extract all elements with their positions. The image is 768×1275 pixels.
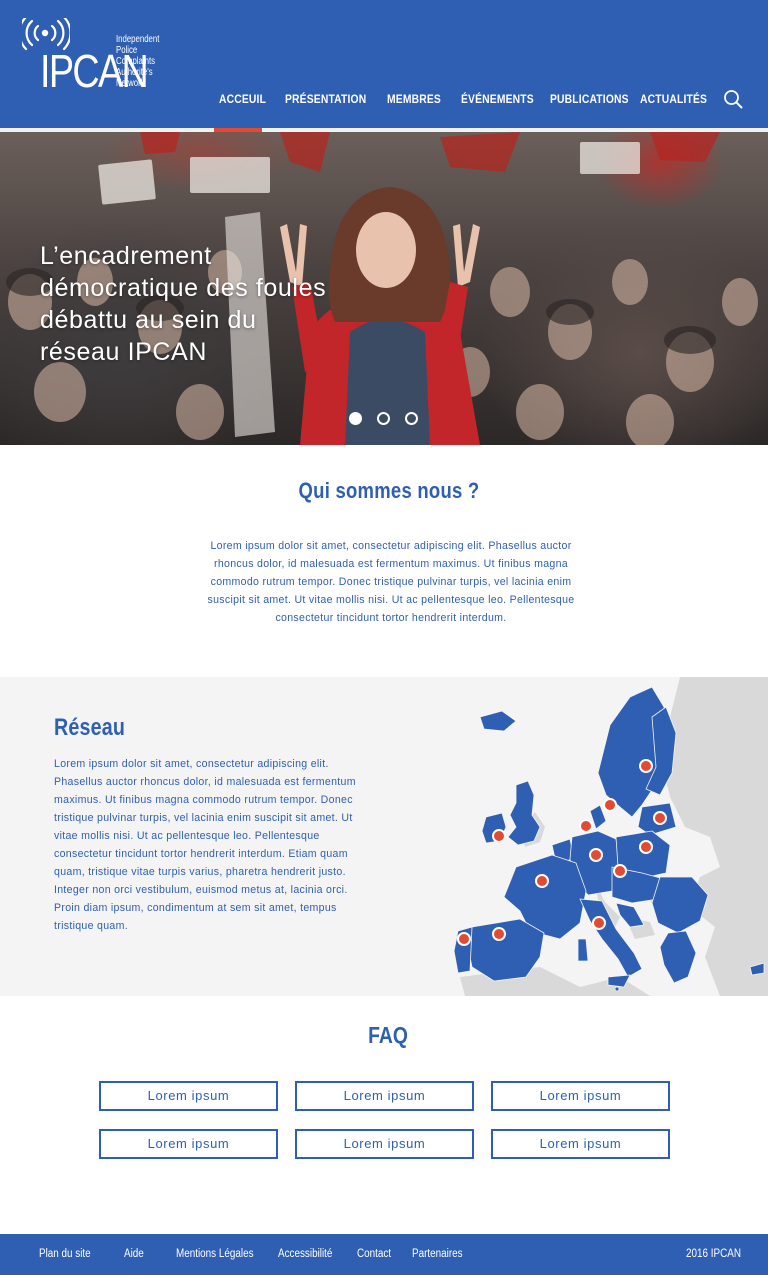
- site-header: IPCAN Independent Police Complaints Auth…: [0, 0, 768, 128]
- faq-button-1[interactable]: Lorem ipsum: [99, 1081, 278, 1111]
- faq-button-4[interactable]: Lorem ipsum: [99, 1129, 278, 1159]
- footer-link-aide[interactable]: Aide: [124, 1248, 144, 1260]
- slider-dot-3[interactable]: [405, 412, 418, 425]
- faq-button-5[interactable]: Lorem ipsum: [295, 1129, 474, 1159]
- search-icon[interactable]: [723, 89, 743, 109]
- network-title: Réseau: [54, 714, 126, 741]
- logo-tagline: Independent Police Complaints Authorite'…: [116, 34, 159, 89]
- nav-item-presentation[interactable]: PRÉSENTATION: [285, 92, 366, 110]
- footer-link-mentions-legales[interactable]: Mentions Légales: [176, 1248, 254, 1260]
- logo-tagline-line: Network: [116, 78, 145, 89]
- nav-item-evenements[interactable]: ÉVÉNEMENTS: [461, 92, 534, 110]
- network-text: Lorem ipsum dolor sit amet, consectetur …: [54, 758, 356, 932]
- slider-dot-1[interactable]: [349, 412, 362, 425]
- slider-dot-2[interactable]: [377, 412, 390, 425]
- site-footer: Plan du site Aide Mentions Légales Acces…: [0, 1234, 768, 1275]
- faq-button-3[interactable]: Lorem ipsum: [491, 1081, 670, 1111]
- ipcan-logo[interactable]: IPCAN Independent Police Complaints Auth…: [22, 18, 172, 110]
- faq-button-6[interactable]: Lorem ipsum: [491, 1129, 670, 1159]
- nav-item-accueil[interactable]: ACCEUIL: [219, 92, 266, 110]
- about-text: Lorem ipsum dolor sit amet, consectetur …: [207, 540, 575, 624]
- footer-link-partenaires[interactable]: Partenaires: [412, 1248, 463, 1260]
- logo-tagline-line: Complaints: [116, 56, 156, 67]
- hero-slider: L’encadrement démocratique des foules dé…: [0, 132, 768, 445]
- about-title: Qui sommes nous ?: [298, 478, 480, 503]
- footer-link-accessibilite[interactable]: Accessibilité: [278, 1248, 332, 1260]
- europe-map[interactable]: [420, 677, 768, 996]
- logo-tagline-line: Authorite's: [116, 67, 153, 78]
- faq-button-2[interactable]: Lorem ipsum: [295, 1081, 474, 1111]
- network-section: Réseau Lorem ipsum dolor sit amet, conse…: [0, 677, 768, 996]
- hero-headline: L’encadrement démocratique des foules dé…: [40, 242, 327, 366]
- nav-item-membres[interactable]: MEMBRES: [387, 92, 441, 110]
- nav-item-actualites[interactable]: ACTUALITÉS: [640, 92, 707, 110]
- footer-link-contact[interactable]: Contact: [357, 1248, 391, 1260]
- footer-link-plan-du-site[interactable]: Plan du site: [39, 1248, 91, 1260]
- footer-copyright: 2016 IPCAN: [686, 1248, 741, 1260]
- nav-item-publications[interactable]: PUBLICATIONS: [550, 92, 629, 110]
- logo-tagline-line: Independent: [116, 34, 160, 45]
- logo-tagline-line: Police: [116, 45, 138, 56]
- faq-title: FAQ: [368, 1022, 408, 1048]
